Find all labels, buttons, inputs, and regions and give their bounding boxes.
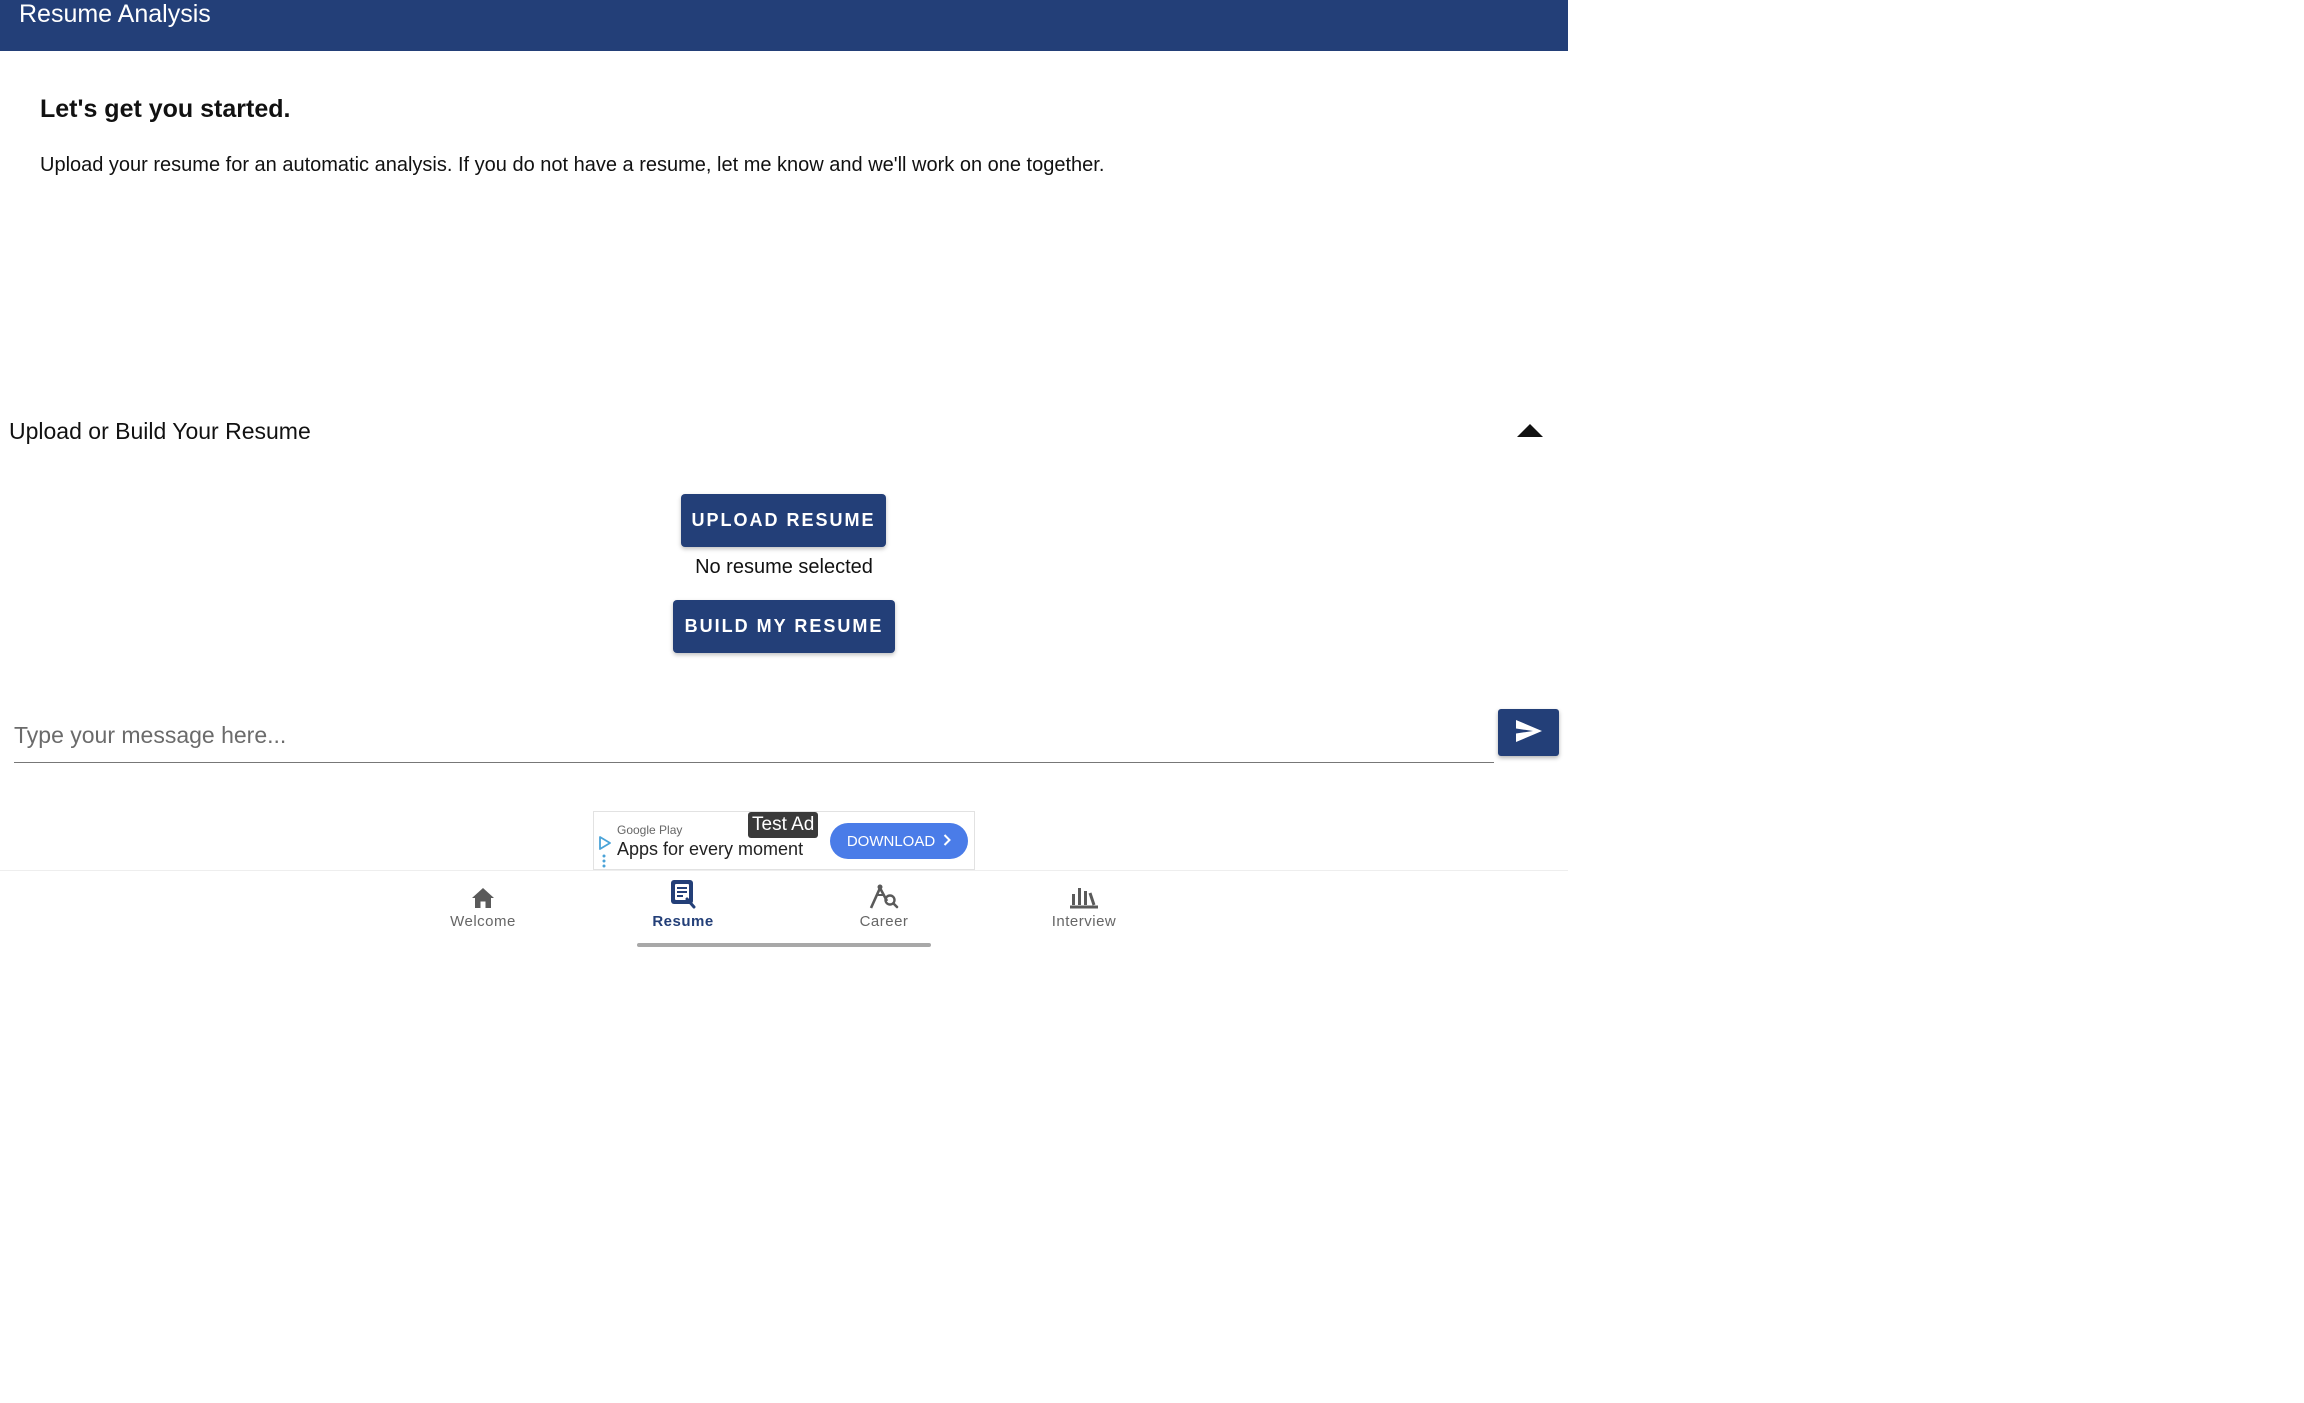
ad-headline: Apps for every moment <box>617 839 804 859</box>
career-search-icon <box>869 879 899 909</box>
ad-source: Google Play <box>617 823 683 837</box>
gesture-home-indicator[interactable] <box>637 943 931 947</box>
send-button[interactable] <box>1498 709 1559 756</box>
app-bar-title: Resume Analysis <box>19 0 211 28</box>
ad-download-button[interactable]: DOWNLOAD <box>830 823 968 859</box>
test-ad-badge: Test Ad <box>748 812 819 838</box>
google-play-icon <box>598 836 612 855</box>
nav-item-career[interactable]: Career <box>824 879 944 935</box>
caret-up-icon[interactable] <box>1513 420 1547 442</box>
app-root: Resume Analysis Let's get you started. U… <box>0 0 1568 954</box>
nav-label-welcome: Welcome <box>450 913 516 930</box>
nav-label-interview: Interview <box>1051 913 1117 930</box>
nav-item-resume[interactable]: Resume <box>623 879 743 935</box>
resume-section-header[interactable]: Upload or Build Your Resume <box>0 408 1568 454</box>
message-input[interactable] <box>14 708 1494 763</box>
file-status-text: No resume selected <box>695 556 873 578</box>
resume-icon <box>669 879 697 909</box>
bottom-navigation: Welcome Resume Career Interview <box>0 870 1568 954</box>
nav-label-resume: Resume <box>652 913 714 930</box>
resume-section-title: Upload or Build Your Resume <box>9 418 311 444</box>
ad-banner[interactable]: Google Play Apps for every moment Test A… <box>593 811 975 870</box>
chevron-right-icon <box>943 833 952 850</box>
bar-chart-icon <box>1069 879 1099 909</box>
build-resume-button[interactable]: BUILD MY RESUME <box>673 600 895 653</box>
intro-heading: Let's get you started. <box>40 95 291 123</box>
home-icon <box>471 879 495 909</box>
upload-resume-button[interactable]: UPLOAD RESUME <box>681 494 886 547</box>
ad-cta-label: DOWNLOAD <box>846 832 936 850</box>
nav-item-interview[interactable]: Interview <box>1024 879 1144 935</box>
nav-item-welcome[interactable]: Welcome <box>423 879 543 935</box>
intro-text: Upload your resume for an automatic anal… <box>40 154 1105 176</box>
send-icon <box>1515 719 1543 746</box>
nav-label-career: Career <box>859 913 909 930</box>
app-bar: Resume Analysis <box>0 0 1568 51</box>
